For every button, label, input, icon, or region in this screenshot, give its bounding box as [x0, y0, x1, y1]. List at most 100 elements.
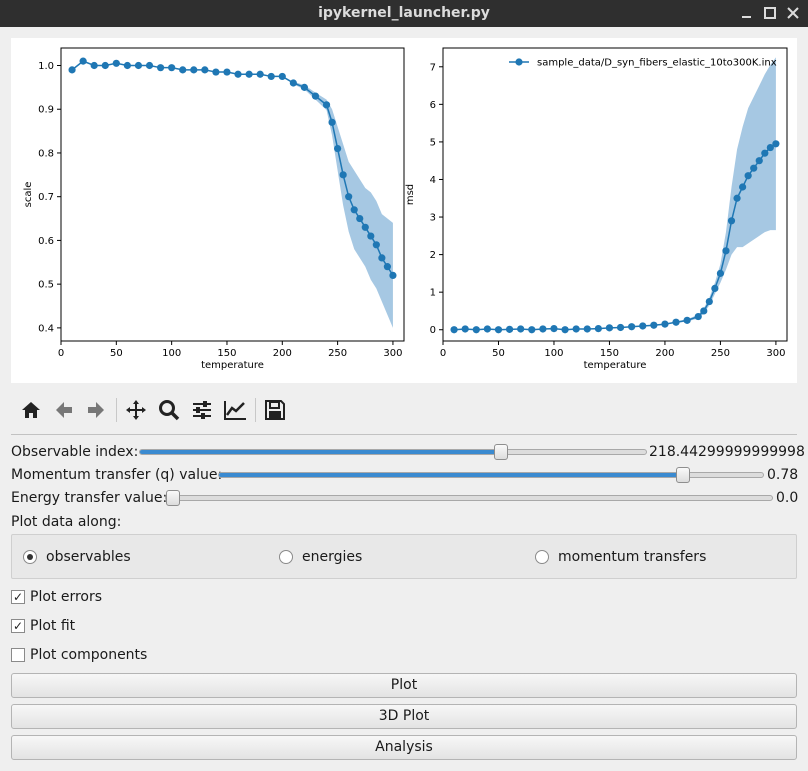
data-point — [483, 325, 491, 333]
error-band — [454, 57, 776, 330]
data-point — [389, 271, 397, 280]
x-tick-label: 50 — [110, 348, 123, 359]
save-icon[interactable] — [261, 396, 289, 424]
momentum-transfer-value: 0.78 — [767, 467, 799, 483]
toolbar-separator — [255, 398, 256, 422]
plot-components-checkbox[interactable]: Plot components — [11, 647, 147, 663]
plot-fit-checkbox[interactable]: ✓ Plot fit — [11, 618, 75, 634]
msd-chart: 0 50 100 150 200 250 300 0 1 2 3 4 5 6 7 temperature msd… — [405, 47, 788, 371]
y-tick-label: 0.8 — [38, 148, 54, 159]
data-point — [616, 323, 625, 332]
checkbox-box[interactable]: ✓ — [11, 590, 25, 604]
data-point — [134, 61, 143, 70]
subplots-config-icon[interactable] — [188, 396, 216, 424]
plot-button[interactable]: Plot — [11, 673, 797, 698]
data-point — [267, 72, 275, 81]
slider-fill — [219, 473, 682, 477]
data-point — [472, 326, 480, 334]
data-point — [733, 194, 741, 202]
checkbox-box[interactable]: ✓ — [11, 619, 25, 633]
y-tick-label: 4 — [430, 175, 436, 186]
x-tick-label: 200 — [273, 348, 292, 359]
radio-label: momentum transfers — [558, 549, 707, 565]
y-tick-label: 2 — [430, 250, 436, 261]
data-point — [561, 326, 569, 334]
y-tick-label: 0 — [430, 325, 436, 336]
zoom-icon[interactable] — [155, 396, 183, 424]
momentum-transfer-slider[interactable] — [218, 467, 764, 483]
data-point — [583, 325, 591, 333]
plot-figure[interactable]: 0 50 100 150 200 250 300 0.4 0.5 0.6 0.7 0.8 0.9 1.0 t… — [11, 38, 797, 383]
data-point — [79, 57, 87, 65]
plot-data-along-label: Plot data along: — [11, 514, 122, 530]
x-tick-label: 300 — [383, 348, 402, 359]
radio-momentum-transfers[interactable]: momentum transfers — [535, 549, 706, 565]
energy-transfer-value: 0.0 — [776, 490, 799, 506]
home-icon[interactable] — [17, 396, 45, 424]
data-point — [700, 307, 708, 315]
energy-transfer-label: Energy transfer value: — [11, 490, 168, 506]
y-tick-label: 5 — [430, 137, 436, 148]
data-point — [639, 322, 647, 330]
y-tick-label: 1 — [430, 288, 436, 299]
checkbox-label: Plot fit — [30, 618, 76, 634]
checkbox-label: Plot components — [30, 647, 148, 663]
x-tick-label: 100 — [162, 348, 181, 359]
maximize-icon[interactable] — [761, 4, 779, 22]
data-point — [705, 297, 713, 306]
forward-arrow-icon[interactable] — [82, 396, 110, 424]
data-point — [112, 59, 120, 67]
y-tick-label: 0.7 — [38, 192, 54, 203]
slider-handle[interactable] — [166, 490, 180, 506]
data-point — [289, 79, 297, 87]
data-point — [212, 68, 220, 76]
data-point — [383, 263, 392, 271]
analysis-button[interactable]: Analysis — [11, 735, 797, 760]
close-icon[interactable] — [784, 4, 802, 22]
data-point — [727, 217, 736, 225]
slider-handle[interactable] — [676, 467, 691, 483]
data-point — [378, 254, 386, 262]
data-point — [356, 214, 364, 223]
radio-button[interactable] — [535, 550, 549, 564]
legend-marker — [515, 58, 523, 66]
error-band — [72, 61, 393, 328]
y-tick-label: 0.9 — [38, 105, 54, 116]
radio-energies[interactable]: energies — [279, 549, 362, 565]
y-axis-label: msd — [405, 184, 416, 205]
app-window: ipykernel_launcher.py 0 50 100 150 200 250 300… — [0, 0, 808, 771]
data-point — [750, 164, 758, 172]
data-point — [755, 157, 763, 165]
plot-errors-checkbox[interactable]: ✓ Plot errors — [11, 589, 102, 605]
data-point — [145, 61, 154, 70]
observable-index-slider[interactable] — [139, 444, 647, 460]
data-point — [245, 70, 253, 78]
data-point — [594, 325, 602, 333]
plot-3d-button[interactable]: 3D Plot — [11, 704, 797, 729]
radio-button[interactable] — [23, 550, 37, 564]
back-arrow-icon[interactable] — [50, 396, 78, 424]
observable-index-value: 218.44299999999998 — [649, 444, 805, 460]
data-point — [722, 247, 730, 255]
data-point — [156, 64, 165, 72]
minimize-icon[interactable] — [738, 4, 756, 22]
edit-axes-icon[interactable] — [221, 396, 249, 424]
title-bar: ipykernel_launcher.py — [0, 0, 808, 27]
data-point — [661, 320, 669, 328]
legend-label: sample_data/D_syn_fibers_elastic_10to300… — [537, 58, 777, 69]
data-point — [672, 318, 680, 326]
x-tick-label: 100 — [544, 348, 563, 359]
pan-icon[interactable] — [122, 396, 150, 424]
radio-button[interactable] — [279, 550, 293, 564]
data-point — [90, 61, 98, 70]
data-point — [572, 325, 580, 333]
slider-handle[interactable] — [493, 444, 508, 460]
data-point — [539, 325, 547, 333]
data-point — [339, 171, 347, 179]
data-point — [256, 70, 264, 78]
momentum-transfer-label: Momentum transfer (q) value: — [11, 467, 223, 483]
energy-transfer-slider[interactable] — [165, 490, 773, 506]
data-point — [101, 61, 109, 70]
radio-observables[interactable]: observables — [23, 549, 131, 565]
checkbox-box[interactable] — [11, 648, 25, 662]
